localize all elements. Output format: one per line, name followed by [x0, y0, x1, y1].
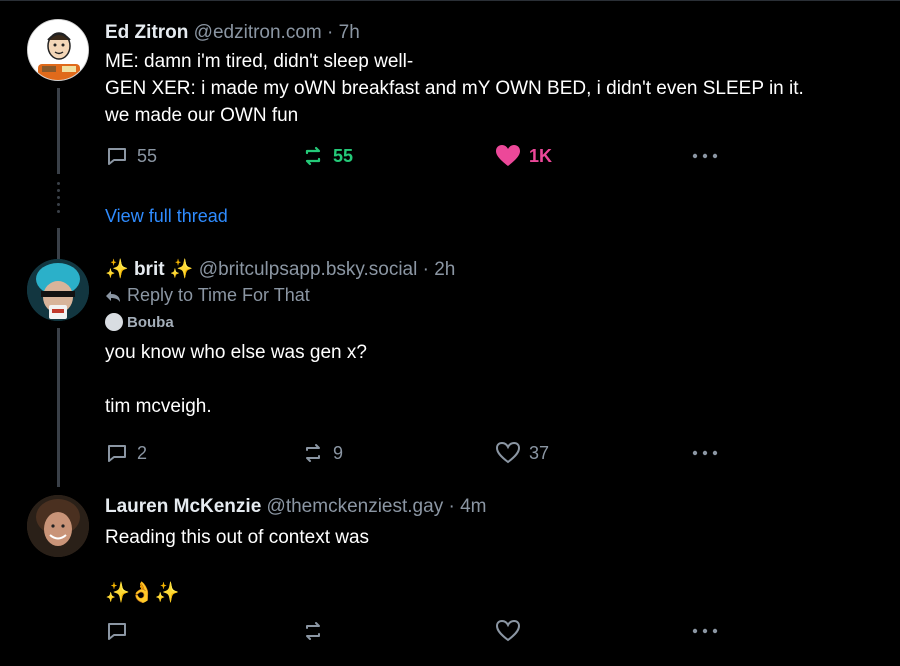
author-handle[interactable]: @britculpsapp.bsky.social: [199, 259, 418, 280]
repost-count: 55: [333, 145, 354, 166]
reply-icon: [108, 623, 126, 640]
like-button[interactable]: [495, 618, 521, 644]
reply-to-text: Reply to Time For That: [127, 285, 310, 305]
avatar-illustration: [28, 20, 88, 80]
post-time[interactable]: 4m: [460, 496, 486, 517]
reply-button[interactable]: 2: [105, 440, 147, 466]
post-text-line: tim mcveigh.: [105, 396, 212, 417]
view-full-thread-link[interactable]: View full thread: [105, 206, 228, 227]
thread-line: [57, 240, 60, 259]
post-actions: [105, 618, 725, 644]
post-header: ✨ brit ✨ @britculpsapp.bsky.social · 2h: [105, 257, 880, 283]
post-time[interactable]: 2h: [434, 259, 455, 280]
reply-icon: [108, 148, 126, 165]
post-ed-zitron[interactable]: Ed Zitron @edzitron.com · 7h ME: damn i'…: [0, 0, 900, 250]
author-name[interactable]: ✨ brit ✨: [105, 259, 194, 280]
heart-filled-icon: [496, 145, 520, 166]
quoted-author-avatar: [105, 313, 123, 331]
repost-button[interactable]: 9: [301, 440, 343, 466]
post-time[interactable]: 7h: [339, 22, 360, 43]
reply-count: 55: [137, 145, 158, 166]
repost-icon: [305, 146, 321, 166]
heart-icon: [495, 619, 521, 642]
post-lauren-mckenzie[interactable]: Lauren McKenzie @themckenziest.gay · 4m …: [0, 480, 900, 666]
post-text: ME: damn i'm tired, didn't sleep well- G…: [105, 48, 880, 129]
like-count: 37: [529, 442, 550, 463]
post-text-line: GEN XER: i made my oWN breakfast and mY …: [105, 78, 804, 99]
ellipsis-icon: [692, 153, 718, 159]
thread-line: [57, 88, 60, 174]
post-header: Ed Zitron @edzitron.com · 7h: [105, 20, 880, 46]
post-header: Lauren McKenzie @themckenziest.gay · 4m: [105, 494, 880, 520]
repost-button[interactable]: 55: [301, 143, 353, 169]
reply-button[interactable]: [105, 618, 129, 644]
post-text-line: we made our OWN fun: [105, 105, 299, 126]
repost-count: 9: [333, 442, 344, 463]
more-options-button[interactable]: [692, 143, 718, 169]
more-options-button[interactable]: [692, 618, 718, 644]
ellipsis-icon: [692, 450, 718, 456]
sparkles-emoji: ✨: [169, 259, 194, 280]
quoted-author-name: Bouba: [127, 313, 174, 331]
author-handle[interactable]: @themckenziest.gay: [267, 496, 444, 517]
post-text-line: you know who else was gen x?: [105, 342, 367, 363]
thread-ellipsis: [57, 182, 60, 217]
sparkles-emoji: ✨: [105, 259, 129, 280]
author-handle[interactable]: @edzitron.com: [194, 22, 322, 43]
post-brit[interactable]: ✨ brit ✨ @britculpsapp.bsky.social · 2h …: [0, 240, 900, 487]
post-text-line: [105, 551, 880, 578]
avatar-photo: [27, 259, 89, 321]
avatar-photo: [27, 495, 89, 557]
separator: ·: [448, 496, 455, 517]
reply-arrow-icon: [106, 290, 120, 302]
post-text-line: ME: damn i'm tired, didn't sleep well-: [105, 51, 414, 72]
post-text-line: ✨👌✨: [105, 582, 180, 604]
reply-to-label[interactable]: Reply to Time For That: [105, 285, 880, 306]
thread-line: [57, 328, 60, 487]
avatar[interactable]: [27, 19, 89, 81]
avatar[interactable]: [27, 495, 89, 557]
like-button[interactable]: 1K: [495, 143, 552, 169]
ellipsis-icon: [692, 628, 718, 634]
like-button[interactable]: 37: [495, 440, 549, 466]
repost-button[interactable]: [301, 618, 325, 644]
separator: ·: [327, 22, 334, 43]
post-text: Reading this out of context was ✨👌✨: [105, 524, 880, 608]
author-name-text: brit: [133, 259, 165, 280]
post-text: you know who else was gen x? tim mcveigh…: [105, 339, 880, 420]
quoted-author[interactable]: Bouba: [105, 313, 880, 331]
separator: ·: [422, 259, 429, 280]
heart-icon: [495, 441, 521, 464]
repost-icon: [306, 444, 320, 462]
post-actions: 2 9 37: [105, 440, 725, 466]
repost-icon: [306, 622, 320, 640]
post-text-line: Reading this out of context was: [105, 527, 370, 548]
reply-count: 2: [137, 442, 148, 463]
like-count: 1K: [529, 145, 553, 166]
avatar[interactable]: [27, 259, 89, 321]
more-options-button[interactable]: [692, 440, 718, 466]
reply-button[interactable]: 55: [105, 143, 157, 169]
reply-icon: [108, 445, 126, 462]
author-name[interactable]: Lauren McKenzie: [105, 496, 261, 517]
post-text-line: [105, 366, 880, 393]
post-actions: 55 55 1K: [105, 143, 725, 169]
author-name[interactable]: Ed Zitron: [105, 22, 188, 43]
